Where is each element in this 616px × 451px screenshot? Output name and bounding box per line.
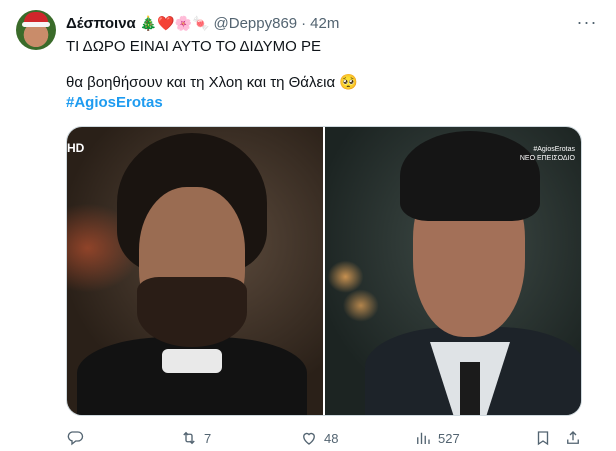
left-beard-shape <box>137 277 247 347</box>
retweet-icon <box>183 431 195 445</box>
channel-watermark: #AgiosErotas ΝΕΟ ΕΠΕΙΣΟΔΙΟ <box>520 145 575 163</box>
like-count: 48 <box>324 430 339 446</box>
like-icon <box>303 432 315 445</box>
watermark-episode: ΝΕΟ ΕΠΕΙΣΟΔΙΟ <box>519 155 575 162</box>
action-bar: 7 48 527 <box>60 427 600 449</box>
views-icon <box>417 432 430 444</box>
retweet-count: 7 <box>204 430 212 446</box>
separator-dot: · <box>301 14 307 32</box>
right-tie-shape <box>460 362 480 415</box>
bookmark-button[interactable] <box>534 429 552 447</box>
santa-hat-graphic <box>22 12 50 27</box>
share-icon <box>567 431 579 444</box>
hd-badge: HD <box>67 141 85 155</box>
author-name[interactable]: Δέσποινα <box>66 15 136 32</box>
share-button[interactable] <box>564 429 582 447</box>
tweet-text-line-2: θα βοηθήσουν και τη Χλοη και τη Θάλεια 🥺 <box>66 74 359 91</box>
tweet-time[interactable]: 42m <box>310 15 339 32</box>
avatar[interactable] <box>16 10 56 50</box>
view-count: 527 <box>438 430 460 446</box>
left-collar-shape <box>162 349 222 373</box>
media-image-right[interactable]: #AgiosErotas ΝΕΟ ΕΠΕΙΣΟΔΙΟ <box>325 127 581 415</box>
views-button[interactable]: 527 <box>414 429 460 447</box>
media-grid[interactable]: HD #AgiosErotas ΝΕΟ ΕΠΕΙΣΟΔΙΟ <box>66 126 582 416</box>
bookmark-icon <box>537 431 549 446</box>
tweet-text-line-1: ΤΙ ΔΩΡΟ ΕΙΝΑΙ ΑΥΤΟ ΤΟ ΔΙΔΥΜΟ ΡΕ <box>66 38 321 55</box>
media-image-left[interactable]: HD <box>67 127 323 415</box>
author-handle[interactable]: @Deppy869 <box>214 15 298 32</box>
more-icon[interactable]: ··· <box>576 12 598 32</box>
like-button[interactable]: 48 <box>300 429 338 447</box>
reply-icon <box>67 431 84 446</box>
hashtag-link[interactable]: #AgiosErotas <box>66 94 163 111</box>
author-emojis: 🎄❤️🌸🍬 <box>139 14 210 31</box>
watermark-hashtag: #AgiosErotas <box>533 146 575 153</box>
tweet-header: Δέσποινα 🎄❤️🌸🍬 @Deppy869 · 42m <box>66 13 600 33</box>
reply-button[interactable] <box>66 429 90 447</box>
retweet-button[interactable]: 7 <box>180 429 211 447</box>
